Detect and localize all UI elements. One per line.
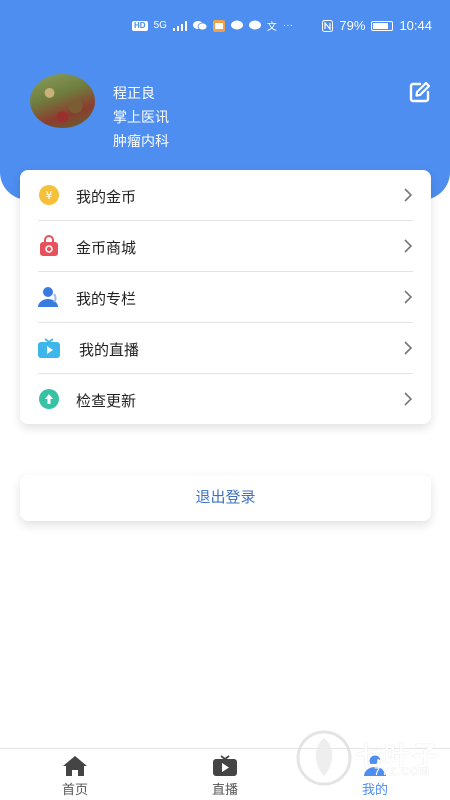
menu-item-label: 我的金币 <box>76 189 137 206</box>
avatar[interactable] <box>30 74 95 128</box>
message-bubble-icon <box>230 20 243 30</box>
signal-label: 5G <box>153 20 167 31</box>
coin-icon: ¥ <box>39 185 59 205</box>
tab-label: 直播 <box>211 782 238 797</box>
menu-item-my-live[interactable]: 我的直播 <box>20 323 431 374</box>
svg-text:¥: ¥ <box>46 189 53 202</box>
chevron-right-icon <box>404 188 413 202</box>
status-icons-right: 79% 10:44 <box>322 18 432 33</box>
status-bar: HD 5G 文 ··· 79% 10:44 <box>0 0 450 40</box>
menu-item-coin-store[interactable]: 金币商城 <box>20 221 431 272</box>
menu-card: ¥ 我的金币 金币商城 我的专栏 我的直播 检查更新 <box>20 170 431 424</box>
status-icons-left: HD 5G 文 ··· <box>132 18 293 33</box>
clock: 10:44 <box>399 18 432 33</box>
edit-profile-icon[interactable] <box>408 80 432 104</box>
battery-percent: 79% <box>339 18 366 33</box>
tab-live[interactable]: 直播 <box>180 749 270 800</box>
logout-button[interactable]: 退出登录 <box>20 475 431 521</box>
user-column-icon <box>38 287 58 307</box>
chevron-right-icon <box>404 290 413 304</box>
nfc-icon <box>322 19 334 32</box>
profile-name: 程正良 <box>113 85 155 101</box>
chevron-right-icon <box>404 239 413 253</box>
signal-icon <box>172 20 187 31</box>
tab-label: 首页 <box>61 782 88 797</box>
wechat-icon <box>192 21 207 31</box>
translate-icon: 文 <box>266 22 277 33</box>
shopping-bag-icon <box>40 235 58 256</box>
profile-organization: 掌上医讯 <box>113 109 169 125</box>
watermark-subtext: 7YZ.COM <box>374 766 430 778</box>
menu-item-check-update[interactable]: 检查更新 <box>20 374 431 425</box>
chat-bubble-icon <box>248 20 261 30</box>
battery-icon <box>371 20 394 31</box>
hd-badge: HD <box>132 20 148 31</box>
menu-item-my-column[interactable]: 我的专栏 <box>20 272 431 323</box>
notification-app-icon <box>212 19 225 32</box>
menu-item-label: 我的专栏 <box>76 291 137 308</box>
profile-department: 肿瘤内科 <box>113 133 169 149</box>
chevron-right-icon <box>404 341 413 355</box>
home-icon <box>63 756 87 776</box>
tab-home[interactable]: 首页 <box>30 749 120 800</box>
live-tv-icon <box>213 755 237 776</box>
chevron-right-icon <box>404 392 413 406</box>
menu-item-label: 我的直播 <box>79 342 140 359</box>
menu-item-my-coins[interactable]: ¥ 我的金币 <box>20 170 431 221</box>
tv-icon <box>38 338 60 358</box>
menu-item-label: 检查更新 <box>76 393 137 410</box>
more-notifications: ··· <box>282 20 293 31</box>
upload-icon <box>39 389 59 409</box>
menu-item-label: 金币商城 <box>76 240 137 257</box>
